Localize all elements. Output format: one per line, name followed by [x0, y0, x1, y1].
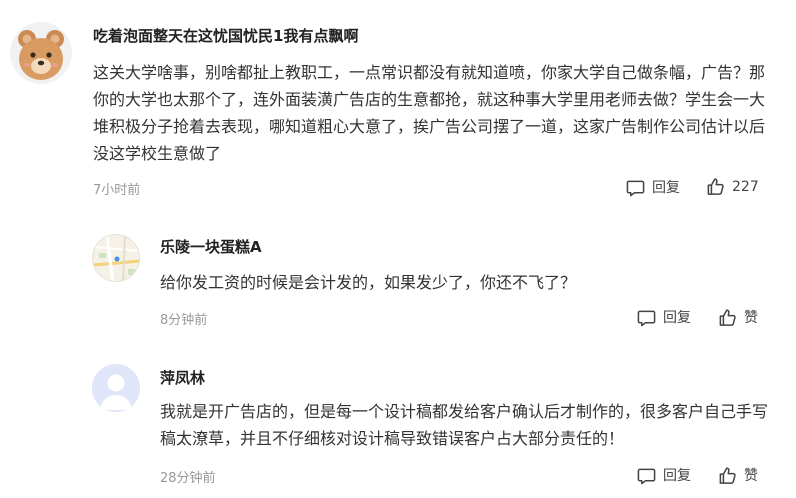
- comment-text: 我就是开广告店的，但是每一个设计稿都发给客户确认后才制作的，很多客户自己手写稿太…: [160, 402, 769, 448]
- bear-avatar[interactable]: [10, 22, 72, 84]
- thumbs-up-icon: [707, 178, 724, 195]
- comment-username[interactable]: 乐陵一块蛋糕A: [160, 236, 262, 257]
- comment-time: 8分钟前: [160, 313, 208, 328]
- map-avatar[interactable]: [92, 234, 140, 282]
- reply-label: 回复: [663, 310, 691, 326]
- comment-text: 这关大学啥事，别啥都扯上教职工，一点常识都没有就知道喷，你家大学自己做条幅，广告…: [93, 63, 766, 163]
- reply-button[interactable]: 回复: [637, 465, 691, 485]
- comment-time: 7小时前: [93, 183, 141, 198]
- reply-label: 回复: [652, 180, 680, 196]
- comment-username[interactable]: 吃着泡面整天在这忧国忧民1我有点飘啊: [93, 25, 358, 46]
- thumbs-up-icon: [719, 308, 736, 326]
- like-count: 227: [732, 178, 759, 195]
- like-button[interactable]: 赞: [718, 465, 758, 485]
- comment-icon: [637, 310, 656, 326]
- reply-button[interactable]: 回复: [637, 307, 691, 327]
- like-button[interactable]: 227: [706, 177, 759, 196]
- like-button[interactable]: 赞: [718, 307, 758, 327]
- comment-icon: [626, 180, 645, 196]
- like-label: 赞: [744, 468, 758, 484]
- like-label: 赞: [744, 310, 758, 326]
- reply-label: 回复: [663, 468, 691, 484]
- reply-button[interactable]: 回复: [626, 177, 680, 197]
- comment-text: 给你发工资的时候是会计发的，如果发少了，你还不飞了？: [160, 273, 577, 292]
- comment-time: 28分钟前: [160, 471, 216, 486]
- comment-icon: [637, 468, 656, 484]
- default-user-avatar[interactable]: [92, 364, 140, 412]
- comment-username[interactable]: 萍凤林: [160, 367, 205, 388]
- thumbs-up-icon: [719, 466, 736, 484]
